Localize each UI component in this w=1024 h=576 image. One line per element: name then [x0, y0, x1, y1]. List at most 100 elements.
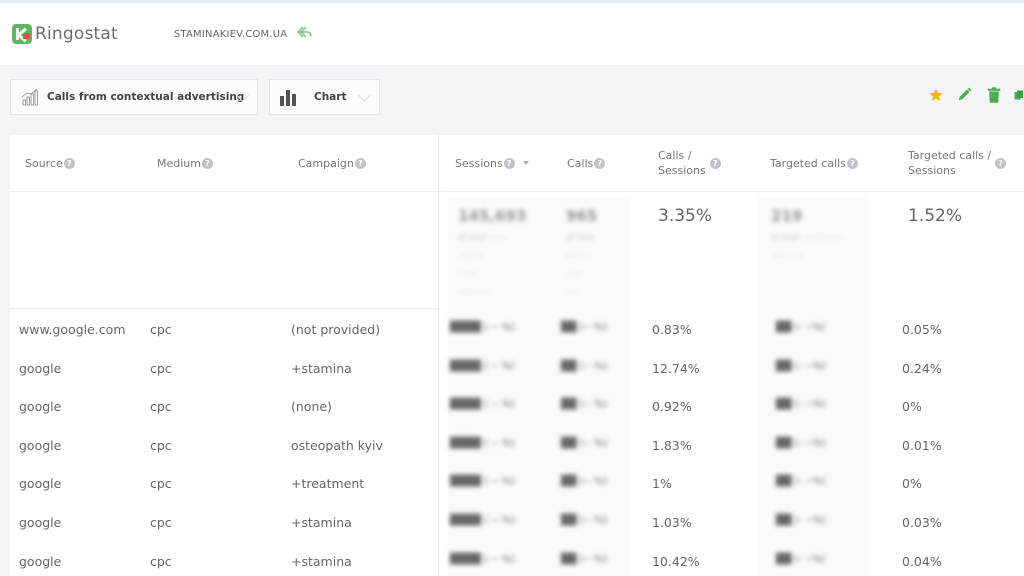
column-header-calls-sessions[interactable]: Calls / Sessions?: [658, 135, 721, 191]
cell-medium: cpc: [150, 553, 172, 569]
table-row[interactable]: google cpc osteopath kyiv ████ ( -- %) ██ (-…: [10, 426, 1024, 465]
cell-source: google: [19, 476, 62, 492]
total-calls-detail: of total ------ -- - ---- ----: [566, 233, 595, 296]
pencil-icon[interactable]: [956, 86, 973, 103]
cell-source: google: [19, 437, 62, 453]
help-icon[interactable]: ?: [201, 157, 213, 169]
header-divider: [10, 191, 1024, 192]
column-header-calls[interactable]: Calls?: [567, 135, 606, 191]
cell-targeted-calls-redacted: ██ (- --%): [776, 476, 826, 488]
cell-targeted-sessions: 0%: [902, 399, 922, 415]
help-icon[interactable]: ?: [846, 157, 858, 169]
report-type-value: Calls from contextual advertising: [47, 91, 245, 103]
total-targeted-sessions: 1.52%: [908, 206, 963, 226]
report-type-select[interactable]: Calls from contextual advertising: [10, 79, 258, 115]
cell-calls-redacted: ██ (-- %): [561, 437, 608, 449]
report-toolbar: Calls from contextual advertising Chart: [0, 65, 1024, 133]
help-icon[interactable]: ?: [594, 157, 606, 169]
star-icon[interactable]: [927, 86, 944, 103]
switch-project-icon[interactable]: [297, 26, 313, 42]
cell-sessions-redacted: ████ ( -- %): [450, 360, 515, 372]
help-icon[interactable]: ?: [354, 157, 366, 169]
view-type-select[interactable]: Chart: [269, 79, 380, 115]
cell-calls-sessions: 1.83%: [652, 437, 692, 453]
column-header-medium[interactable]: Medium?: [157, 135, 213, 191]
column-label: Targeted calls / Sessions: [908, 149, 992, 177]
cell-calls-redacted: ██ (-- %): [561, 553, 608, 565]
cell-calls-sessions: 0.83%: [652, 322, 692, 337]
cell-sessions-redacted: ████ ( -- %): [450, 476, 515, 488]
cell-campaign: +treatment: [291, 476, 365, 492]
table-row[interactable]: google cpc (none) ████ ( -- %) ██ (-- %) 0.92…: [10, 387, 1024, 426]
total-targeted-calls-detail: of total ------ ------- ------ - --: [771, 233, 843, 260]
column-header-source[interactable]: Source?: [25, 135, 75, 191]
brand-logo[interactable]: Ringostat: [12, 24, 118, 44]
column-label: Calls: [567, 156, 594, 170]
cell-targeted-sessions: 0.05%: [902, 322, 942, 337]
cell-campaign: osteopath kyiv: [291, 437, 383, 453]
table-row[interactable]: google cpc +stamina ████ ( -- %) ██ (-- %) 1.…: [10, 503, 1024, 542]
column-label: Campaign: [298, 156, 354, 170]
help-icon[interactable]: ?: [503, 157, 515, 169]
copy-icon[interactable]: [1014, 86, 1024, 103]
cell-sessions-redacted: ████ ( -- %): [450, 553, 515, 565]
project-site-name[interactable]: STAMINAKIEV.COM.UA: [174, 29, 287, 40]
cell-calls-sessions: 0.92%: [652, 399, 692, 415]
cell-targeted-sessions: 0.04%: [902, 553, 942, 569]
column-header-targeted-calls[interactable]: Targeted calls?: [770, 135, 858, 191]
cell-targeted-calls-redacted: ██ (- --%): [776, 437, 826, 449]
cell-sessions-redacted: ████ ( -- %): [450, 437, 515, 449]
table-row[interactable]: google cpc +stamina ████ ( -- %) ██ (-- %) 12…: [10, 349, 1024, 388]
column-label: Sessions: [455, 156, 503, 170]
cell-calls-sessions: 12.74%: [652, 360, 700, 376]
help-icon[interactable]: ?: [995, 157, 1007, 169]
trash-icon[interactable]: [985, 86, 1002, 103]
total-calls-sessions: 3.35%: [658, 206, 713, 226]
cell-source: google: [19, 399, 62, 415]
report-table: Source? Medium? Campaign? Sessions? Call…: [10, 135, 1024, 576]
cell-source: google: [19, 515, 62, 530]
cell-campaign: (not provided): [291, 322, 381, 337]
cell-medium: cpc: [150, 399, 172, 415]
view-type-value: Chart: [314, 91, 347, 103]
cell-medium: cpc: [150, 515, 172, 530]
table-row[interactable]: google cpc +treatment ████ ( -- %) ██ (-- %)…: [10, 464, 1024, 503]
cell-campaign: (none): [291, 399, 332, 415]
cell-targeted-calls-redacted: ██ (- --%): [776, 553, 826, 565]
column-header-targeted-sessions[interactable]: Targeted calls / Sessions?: [908, 135, 1007, 191]
column-label: Targeted calls: [770, 156, 846, 170]
cell-calls-redacted: ██ (-- %): [561, 399, 608, 411]
brand-name: Ringostat: [35, 24, 118, 44]
table-row[interactable]: google cpc +stamina ████ ( -- %) ██ (-- %) 10…: [10, 542, 1024, 576]
table-row[interactable]: www.google.com cpc (not provided) ████ ( --…: [10, 310, 1024, 349]
cell-targeted-calls-redacted: ██ (- --%): [776, 360, 826, 372]
cell-targeted-sessions: 0.24%: [902, 360, 942, 376]
cell-calls-sessions: 10.42%: [652, 553, 700, 569]
help-icon[interactable]: ?: [709, 157, 721, 169]
growth-chart-icon: [21, 88, 39, 106]
help-icon[interactable]: ?: [63, 157, 75, 169]
total-sessions-detail: of total ------ ----- --- - ----- - -- ----…: [458, 233, 507, 296]
column-label: Source: [25, 156, 63, 170]
cell-targeted-sessions: 0%: [902, 476, 922, 492]
cell-targeted-sessions: 0.03%: [902, 515, 942, 530]
column-header-sessions[interactable]: Sessions?: [455, 135, 529, 191]
cell-campaign: +stamina: [291, 553, 352, 569]
total-sessions: 145,693: [458, 207, 527, 225]
total-targeted-calls: 219: [771, 207, 803, 225]
sort-desc-icon[interactable]: [522, 161, 529, 165]
cell-campaign: +stamina: [291, 515, 352, 530]
column-header-campaign[interactable]: Campaign?: [298, 135, 366, 191]
cell-targeted-calls-redacted: ██ (- --%): [776, 322, 826, 333]
cell-source: google: [19, 553, 62, 569]
cell-sessions-redacted: ████ ( -- %): [450, 515, 515, 526]
cell-medium: cpc: [150, 322, 172, 337]
report-actions: [927, 86, 1024, 103]
cell-medium: cpc: [150, 476, 172, 492]
cell-calls-redacted: ██ (-- %): [561, 476, 608, 488]
cell-medium: cpc: [150, 360, 172, 376]
app-header: Ringostat STAMINAKIEV.COM.UA: [0, 3, 1024, 65]
bar-chart-icon: [280, 88, 298, 106]
cell-targeted-sessions: 0.01%: [902, 437, 942, 453]
chevron-down-icon: [358, 89, 371, 102]
